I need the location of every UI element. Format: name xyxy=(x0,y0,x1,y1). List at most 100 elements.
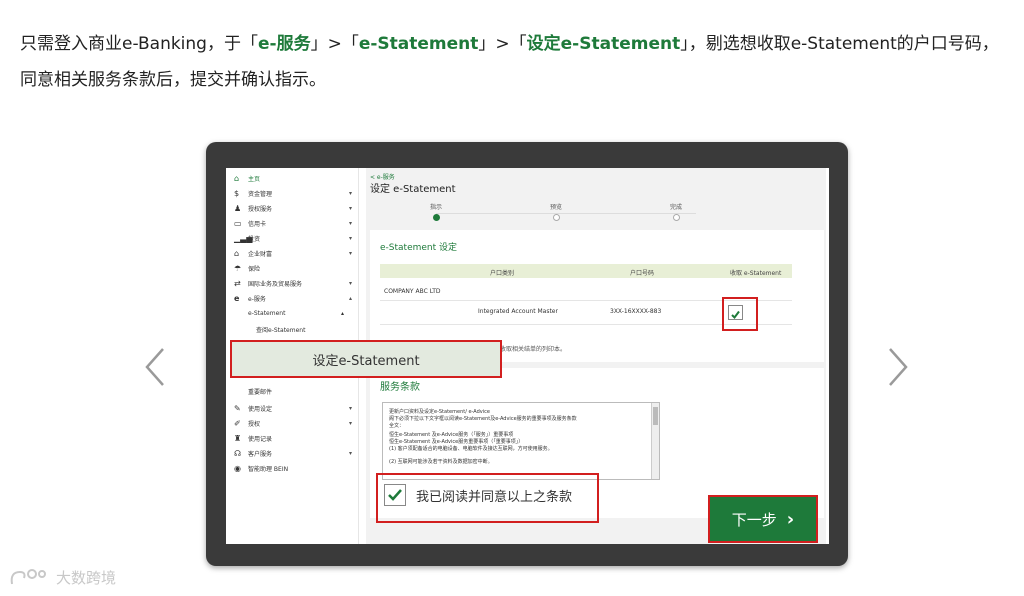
chevron-down-icon: ▾ xyxy=(348,449,352,457)
headset-icon: ☊ xyxy=(234,448,242,458)
column-header-receive: 收取 e-Statement xyxy=(730,270,782,277)
sidebar-item-records[interactable]: ♜ 使用记录 xyxy=(234,432,352,444)
sidebar-item-label: 客户服务 xyxy=(248,450,273,458)
dollar-icon: $ xyxy=(234,188,240,198)
sidebar-item-label: e-服务 xyxy=(248,295,266,303)
check-icon xyxy=(388,489,402,501)
card-icon: ▭ xyxy=(234,218,242,228)
sidebar-item-home[interactable]: ⌂ 主页 xyxy=(234,172,352,184)
wrench-icon: ✎ xyxy=(234,403,241,413)
sidebar-item-label: 使用设定 xyxy=(248,405,273,413)
card-title: 服务条款 xyxy=(380,382,420,393)
card-title: e-Statement 设定 xyxy=(380,243,458,253)
exchange-icon: ⇄ xyxy=(234,278,241,288)
home-icon: ⌂ xyxy=(234,173,240,183)
table-header: 户口类别 户口号码 收取 e-Statement xyxy=(380,264,792,278)
sidebar-item-credit-card[interactable]: ▭ 信用卡 ▾ xyxy=(234,217,352,229)
intro-text: 只需登入商业e-Banking，于「e-服务」>「e-Statement」>「设… xyxy=(20,26,1010,98)
chevron-down-icon: ▾ xyxy=(348,419,352,427)
company-name: COMPANY ABC LTD xyxy=(384,288,441,295)
sidebar-sub-important-mail[interactable]: 重要邮件 xyxy=(248,387,272,396)
sidebar-item-auth[interactable]: ♟ 授权服务 ▾ xyxy=(234,202,352,214)
chevron-up-icon: ▴ xyxy=(348,294,352,302)
bank-icon: ♜ xyxy=(234,433,242,443)
robot-icon: ◉ xyxy=(234,463,241,473)
chevron-down-icon: ▾ xyxy=(348,249,352,257)
sidebar-item-label: 授权 xyxy=(248,420,261,428)
sidebar-item-funds[interactable]: $ 资金管理 ▾ xyxy=(234,187,352,199)
terms-line: 更新户口资料及设定e-Statement/ e-Advice xyxy=(389,409,490,415)
note-text: 收取相关结单的列印本。 xyxy=(500,346,567,353)
intro-part: 」>「 xyxy=(478,34,527,54)
sidebar-item-label: 授权服务 xyxy=(248,205,273,213)
sidebar-item-trade[interactable]: ⇄ 国际业务及贸易服务 ▾ xyxy=(234,277,352,289)
terms-line: 恒生e-Statement 及e-Advice服务（「服务」）重要事项 xyxy=(389,432,514,438)
sidebar-item-customer-service[interactable]: ☊ 客户服务 ▾ xyxy=(234,447,352,459)
sidebar-item-assistant[interactable]: ◉ 智能助理 BEIN xyxy=(234,462,352,474)
chart-icon: ▁▃▅ xyxy=(234,233,253,243)
e-icon: e xyxy=(234,293,240,303)
sidebar-item-label: 保险 xyxy=(248,265,261,273)
terms-line: 阁下必须下拉以下文字框以阅读e-Statement及e-Advice服务的重要事… xyxy=(389,416,577,422)
intro-part: 」>「 xyxy=(310,34,359,54)
sidebar-item-insurance[interactable]: ☂ 保险 xyxy=(234,262,352,274)
chevron-down-icon: ▾ xyxy=(348,279,352,287)
sidebar-item-label: 主页 xyxy=(248,175,261,183)
column-header-account-no: 户口号码 xyxy=(630,270,655,277)
sidebar-item-eservice[interactable]: e e-服务 ▴ xyxy=(234,292,352,304)
sidebar-sub-query-estatement[interactable]: 查阅e-Statement xyxy=(256,325,305,334)
sidebar-item-label: 国际业务及贸易服务 xyxy=(248,280,303,288)
terms-textbox[interactable]: 更新户口资料及设定e-Statement/ e-Advice 阁下必须下拉以下文… xyxy=(382,402,660,480)
sidebar-item-settings[interactable]: ✎ 使用设定 ▾ xyxy=(234,402,352,414)
chevron-down-icon: ▾ xyxy=(348,404,352,412)
sidebar-item-label: 企业财富 xyxy=(248,250,273,258)
step-instruction: 指示 xyxy=(416,202,456,221)
progress-steps: 指示 预览 完成 xyxy=(416,202,716,222)
terms-line: (1) 客户须配备适合的电脑设备、电脑软件及接达互联网，方可使用服务。 xyxy=(389,446,553,452)
carousel-prev-icon[interactable] xyxy=(143,345,167,389)
chevron-right-icon: › xyxy=(786,508,795,530)
setup-estatement-label: 设定e-Statement xyxy=(312,353,420,369)
intro-highlight-eservice: e-服务 xyxy=(257,34,311,54)
terms-line: 恒生e-Statement 及e-Advice服务重要事项（「重要事项」） xyxy=(389,439,524,445)
building-icon: ⌂ xyxy=(234,248,240,258)
watermark-logo-icon xyxy=(10,569,46,585)
pencil-icon: ✐ xyxy=(234,418,241,428)
sidebar-item-authorize[interactable]: ✐ 授权 ▾ xyxy=(234,417,352,429)
setup-estatement-menu-highlight[interactable]: 设定e-Statement xyxy=(230,340,502,378)
watermark: 大数跨境 xyxy=(8,566,116,588)
sidebar-sub-estatement[interactable]: e-Statement ▴ xyxy=(248,310,344,317)
chevron-down-icon: ▾ xyxy=(348,219,352,227)
chevron-up-icon: ▴ xyxy=(340,310,344,317)
step-preview: 预览 xyxy=(536,202,576,221)
column-header-account-type: 户口类别 xyxy=(490,270,515,277)
intro-highlight-setup: 设定e-Statement xyxy=(526,34,681,54)
person-icon: ♟ xyxy=(234,203,242,213)
chevron-down-icon: ▾ xyxy=(348,204,352,212)
sidebar-item-label: 智能助理 BEIN xyxy=(248,465,289,473)
chevron-down-icon: ▾ xyxy=(348,234,352,242)
sidebar-item-wealth[interactable]: ⌂ 企业财富 ▾ xyxy=(234,247,352,259)
next-button-label: 下一步 xyxy=(731,510,777,529)
watermark-text: 大数跨境 xyxy=(56,568,117,587)
page-title: 设定 e-Statement xyxy=(370,184,456,195)
account-type: Integrated Account Master xyxy=(478,308,558,315)
terms-line: (2) 互联网可能涉及若干资料及数据加密中断。 xyxy=(389,459,493,465)
sidebar-item-label: 投资 xyxy=(248,235,261,243)
carousel-next-icon[interactable] xyxy=(886,345,910,389)
agree-text: 我已阅读并同意以上之条款 xyxy=(416,490,573,505)
sidebar-item-label: 资金管理 xyxy=(248,190,273,198)
next-button[interactable]: 下一步 › xyxy=(708,495,818,543)
umbrella-icon: ☂ xyxy=(234,263,242,273)
chevron-down-icon: ▾ xyxy=(348,189,352,197)
agree-checkbox[interactable] xyxy=(384,484,406,506)
terms-scrollbar[interactable] xyxy=(651,403,659,479)
highlight-checkbox-box xyxy=(722,297,758,331)
intro-part: 只需登入商业e-Banking，于「 xyxy=(20,34,258,54)
sidebar-item-label: 信用卡 xyxy=(248,220,267,228)
step-complete: 完成 xyxy=(656,202,696,221)
intro-highlight-estatement: e-Statement xyxy=(358,34,479,54)
terms-line: 全文： xyxy=(389,423,405,429)
account-number: 3XX-16XXXX-883 xyxy=(610,308,662,315)
sidebar-item-invest[interactable]: ▁▃▅ 投资 ▾ xyxy=(234,232,352,244)
